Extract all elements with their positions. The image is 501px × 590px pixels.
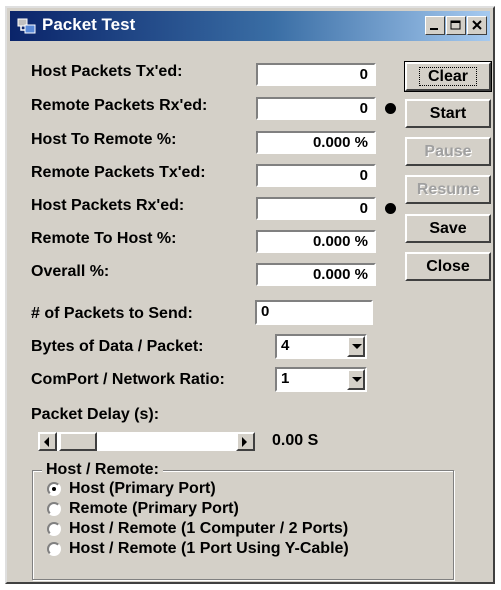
chevron-down-icon <box>352 377 362 382</box>
bytes-per-packet-label: Bytes of Data / Packet: <box>31 338 204 355</box>
radio-button[interactable] <box>47 542 61 556</box>
slider-right-button[interactable] <box>236 432 255 451</box>
close-window-button[interactable] <box>467 16 487 35</box>
overall-label: Overall %: <box>31 263 110 280</box>
pause-button[interactable]: Pause <box>405 137 491 166</box>
arrow-right-icon <box>242 437 247 447</box>
radio-button[interactable] <box>47 502 61 516</box>
remote-to-host-field: 0.000 % <box>256 230 376 253</box>
packet-test-window: Packet Test Host Packets Tx'ed: 0 Remote… <box>5 6 495 584</box>
close-icon <box>472 20 482 30</box>
radio-button[interactable] <box>47 482 61 496</box>
radio-button[interactable] <box>47 522 61 536</box>
host-tx-field: 0 <box>256 63 376 86</box>
save-button[interactable]: Save <box>405 214 491 243</box>
chevron-down-icon <box>352 344 362 349</box>
close-button[interactable]: Close <box>405 252 491 281</box>
host-tx-label: Host Packets Tx'ed: <box>31 63 183 80</box>
packet-delay-label: Packet Delay (s): <box>31 406 160 423</box>
host-to-remote-field: 0.000 % <box>256 131 376 154</box>
packets-to-send-input[interactable]: 0 <box>255 300 373 325</box>
slider-left-button[interactable] <box>38 432 57 451</box>
radio-label: Host (Primary Port) <box>69 480 216 497</box>
remote-to-host-label: Remote To Host %: <box>31 230 177 247</box>
maximize-icon <box>450 20 461 30</box>
radio-label: Host / Remote (1 Port Using Y-Cable) <box>69 540 349 557</box>
slider-thumb[interactable] <box>59 432 97 451</box>
clear-button[interactable]: Clear <box>404 61 492 92</box>
remote-tx-label: Remote Packets Tx'ed: <box>31 164 206 181</box>
host-rx-field: 0 <box>256 197 376 220</box>
host-rx-indicator <box>385 203 396 214</box>
minimize-button[interactable] <box>425 16 445 35</box>
packet-delay-slider[interactable] <box>38 432 255 451</box>
window-title: Packet Test <box>42 15 136 34</box>
start-button[interactable]: Start <box>405 99 491 128</box>
clear-button-label: Clear <box>418 67 478 86</box>
maximize-button[interactable] <box>446 16 466 35</box>
bytes-per-packet-value: 4 <box>281 337 290 354</box>
ratio-dropdown-button[interactable] <box>347 369 365 390</box>
ratio-select[interactable]: 1 <box>275 367 367 392</box>
remote-rx-field: 0 <box>256 97 376 120</box>
arrow-left-icon <box>44 437 49 447</box>
remote-tx-field: 0 <box>256 164 376 187</box>
radio-label: Host / Remote (1 Computer / 2 Ports) <box>69 520 349 537</box>
bytes-per-packet-select[interactable]: 4 <box>275 334 367 359</box>
radio-label: Remote (Primary Port) <box>69 500 239 517</box>
host-to-remote-label: Host To Remote %: <box>31 131 177 148</box>
host-rx-label: Host Packets Rx'ed: <box>31 197 185 214</box>
title-bar[interactable]: Packet Test <box>10 11 490 41</box>
packet-delay-value: 0.00 S <box>272 432 319 449</box>
ratio-label: ComPort / Network Ratio: <box>31 371 225 388</box>
packets-to-send-label: # of Packets to Send: <box>31 305 193 322</box>
packet-app-icon <box>17 18 36 34</box>
resume-button[interactable]: Resume <box>405 175 491 204</box>
host-remote-title: Host / Remote: <box>42 461 163 479</box>
remote-rx-indicator <box>385 103 396 114</box>
overall-field: 0.000 % <box>256 263 376 286</box>
ratio-value: 1 <box>281 370 290 387</box>
remote-rx-label: Remote Packets Rx'ed: <box>31 97 208 114</box>
minimize-icon <box>430 28 438 30</box>
bytes-dropdown-button[interactable] <box>347 336 365 357</box>
